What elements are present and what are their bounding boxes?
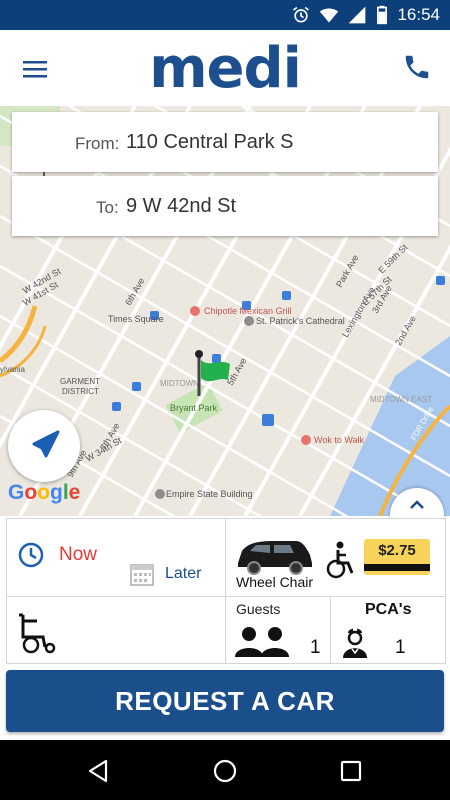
now-label: Now — [59, 544, 98, 565]
pca-cell[interactable]: PCA's 1 — [331, 597, 445, 663]
google-logo: Google — [8, 481, 81, 504]
price-badge: $2.75 — [364, 539, 430, 575]
from-address-value: 110 Central Park S — [126, 131, 294, 153]
wheelchair-user-icon — [326, 541, 354, 579]
route-card: From: 110 Central Park S To: 9 W 42nd St — [12, 112, 438, 236]
phone-icon[interactable] — [402, 52, 432, 82]
recent-apps-icon[interactable] — [338, 758, 364, 784]
map-label-midtown: MIDTOWN — [160, 379, 199, 388]
navigation-arrow-icon — [32, 430, 60, 458]
home-icon[interactable] — [212, 758, 238, 784]
map-label-chipotle: Chipotle Mexican Grill — [204, 306, 292, 316]
vehicle-type-label: Wheel Chair — [236, 574, 314, 590]
to-address-field[interactable]: To: 9 W 42nd St — [12, 176, 438, 236]
schedule-cell: Now Later — [7, 519, 226, 597]
guests-label: Guests — [236, 601, 281, 617]
status-time: 16:54 — [397, 5, 440, 24]
status-bar: 16:54 — [0, 0, 450, 30]
price-value: $2.75 — [378, 542, 416, 559]
later-option[interactable]: Later — [129, 561, 201, 587]
system-nav-bar — [0, 740, 450, 800]
now-option[interactable]: Now — [17, 541, 97, 569]
map-label-2nd-ave: 2nd Ave — [393, 314, 418, 347]
app-logo: medi — [149, 36, 302, 101]
map-label-bryant-park: Bryant Park — [170, 403, 218, 413]
alarm-icon — [293, 6, 310, 23]
map-label-midtown-east: MIDTOWN EAST — [370, 395, 432, 404]
app-bar: medi — [0, 30, 450, 107]
nurse-icon — [343, 628, 367, 658]
request-car-button[interactable]: REQUEST A CAR — [6, 670, 444, 732]
my-location-button[interactable] — [8, 410, 80, 482]
vehicle-cell[interactable]: Wheel Chair $2.75 — [226, 519, 445, 597]
to-address-value: 9 W 42nd St — [126, 195, 237, 217]
minivan-icon — [238, 541, 312, 575]
map-label-wok-to-walk: Wok to Walk — [314, 435, 365, 445]
wheelchair-cell[interactable] — [7, 597, 226, 663]
cell-signal-icon — [349, 6, 366, 24]
pca-count: 1 — [395, 637, 406, 658]
pca-label: PCA's — [365, 601, 412, 618]
map-label-times-square: Times Square — [108, 314, 164, 324]
battery-icon — [377, 5, 388, 25]
from-address-field[interactable]: From: 110 Central Park S — [12, 112, 438, 172]
back-icon[interactable] — [86, 758, 112, 784]
map-label-e-59th-st: E 59th St — [376, 242, 410, 276]
guests-cell[interactable]: Guests 1 — [226, 597, 331, 663]
map-label-6th-ave: 6th Ave — [123, 276, 147, 307]
price-bar — [364, 564, 430, 571]
map-label-st-patricks: St. Patrick's Cathedral — [256, 316, 345, 326]
people-icon — [235, 627, 289, 657]
calendar-icon — [130, 564, 154, 586]
wifi-icon — [320, 8, 339, 23]
map-label-empire-state: Empire State Building — [166, 489, 253, 499]
booking-panel: Now Later Wheel Chair $2.75 Guests 1 PCA… — [6, 518, 446, 664]
map-label-garment-district: GARMENT DISTRICT — [60, 377, 100, 396]
clock-icon — [18, 542, 44, 568]
status-icons: 16:54 — [291, 5, 440, 25]
map-label-pennsylvania: ylvania — [0, 365, 25, 374]
wheelchair-icon — [19, 613, 56, 654]
guests-count: 1 — [310, 637, 321, 658]
from-label: From: — [75, 134, 120, 153]
later-label: Later — [165, 565, 202, 582]
to-label: To: — [96, 198, 119, 217]
